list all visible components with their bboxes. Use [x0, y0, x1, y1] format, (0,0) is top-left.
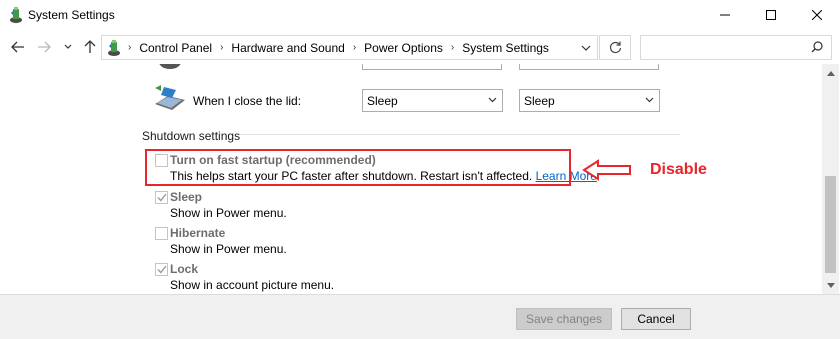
- window-title: System Settings: [28, 8, 115, 22]
- selected-value: Sleep: [524, 94, 555, 108]
- address-bar[interactable]: › Control Panel › Hardware and Sound › P…: [101, 35, 598, 60]
- breadcrumb-control-panel[interactable]: Control Panel: [139, 41, 212, 55]
- sleep-checkbox[interactable]: [155, 191, 168, 204]
- chevron-down-icon: [64, 44, 72, 49]
- recent-locations-button[interactable]: [60, 37, 76, 57]
- title-bar: System Settings: [0, 0, 840, 31]
- shutdown-settings-heading: Shutdown settings: [142, 129, 241, 143]
- chevron-down-icon: [581, 45, 591, 51]
- chevron-right-icon[interactable]: ›: [220, 42, 223, 53]
- annotation-label: Disable: [650, 161, 707, 178]
- cancel-button[interactable]: Cancel: [621, 308, 691, 330]
- maximize-icon: [766, 10, 776, 20]
- settings-content: When I close the lid: Sleep Sleep Shutdo…: [0, 64, 822, 294]
- maximize-button[interactable]: [748, 0, 794, 30]
- chevron-right-icon: ›: [128, 42, 132, 53]
- power-button-icon: [159, 64, 181, 69]
- arrow-left-icon: [582, 159, 631, 181]
- hibernate-description: Show in Power menu.: [170, 242, 287, 256]
- sleep-description: Show in Power menu.: [170, 206, 287, 220]
- lock-label[interactable]: Lock: [170, 262, 198, 276]
- dialog-footer: Save changes Cancel: [0, 294, 840, 339]
- breadcrumb-hardware-and-sound[interactable]: Hardware and Sound: [231, 41, 344, 55]
- power-options-icon: [10, 7, 22, 23]
- power-options-icon: [108, 40, 120, 56]
- refresh-button[interactable]: [599, 35, 631, 60]
- chevron-down-icon: [488, 97, 497, 103]
- power-button-plugged-select[interactable]: [519, 64, 659, 70]
- save-changes-button[interactable]: Save changes: [516, 308, 612, 330]
- checkmark-icon: [156, 193, 167, 202]
- chevron-down-icon: [826, 282, 835, 288]
- lid-close-label: When I close the lid:: [193, 94, 302, 108]
- lid-close-on-battery-select[interactable]: Sleep: [362, 89, 503, 112]
- lock-description: Show in account picture menu.: [170, 278, 335, 292]
- close-icon: [812, 10, 822, 20]
- highlight-box: [145, 149, 571, 186]
- hibernate-label[interactable]: Hibernate: [170, 226, 225, 240]
- minimize-icon: [720, 14, 730, 16]
- minimize-button[interactable]: [702, 0, 748, 30]
- arrow-up-icon: [84, 40, 96, 53]
- close-button[interactable]: [794, 0, 840, 30]
- sleep-label[interactable]: Sleep: [170, 190, 202, 204]
- scrollbar-thumb[interactable]: [825, 176, 836, 273]
- scroll-up-button[interactable]: [822, 66, 839, 80]
- breadcrumb-system-settings[interactable]: System Settings: [462, 41, 549, 55]
- scroll-down-button[interactable]: [822, 278, 839, 292]
- section-divider: [240, 134, 680, 135]
- vertical-scrollbar[interactable]: [822, 64, 839, 294]
- back-button[interactable]: [8, 37, 28, 57]
- refresh-icon: [609, 41, 621, 54]
- search-icon[interactable]: [811, 41, 823, 53]
- arrow-right-icon: [38, 41, 51, 53]
- checkmark-icon: [156, 265, 167, 274]
- address-dropdown-button[interactable]: [578, 40, 594, 56]
- lock-checkbox[interactable]: [155, 263, 168, 276]
- navigation-bar: › Control Panel › Hardware and Sound › P…: [0, 31, 840, 64]
- forward-button[interactable]: [34, 37, 54, 57]
- chevron-up-icon: [826, 70, 835, 76]
- lid-close-plugged-in-select[interactable]: Sleep: [519, 89, 660, 112]
- selected-value: Sleep: [367, 94, 398, 108]
- breadcrumb-power-options[interactable]: Power Options: [364, 41, 443, 55]
- laptop-lid-icon: [155, 85, 185, 110]
- hibernate-checkbox[interactable]: [155, 227, 168, 240]
- arrow-left-icon: [11, 41, 24, 53]
- up-button[interactable]: [80, 37, 100, 57]
- search-input[interactable]: [640, 35, 832, 60]
- breadcrumb: › Control Panel › Hardware and Sound › P…: [128, 36, 549, 59]
- chevron-down-icon: [645, 97, 654, 103]
- chevron-right-icon[interactable]: ›: [353, 42, 356, 53]
- chevron-right-icon[interactable]: ›: [451, 42, 454, 53]
- power-button-battery-select[interactable]: [362, 64, 502, 70]
